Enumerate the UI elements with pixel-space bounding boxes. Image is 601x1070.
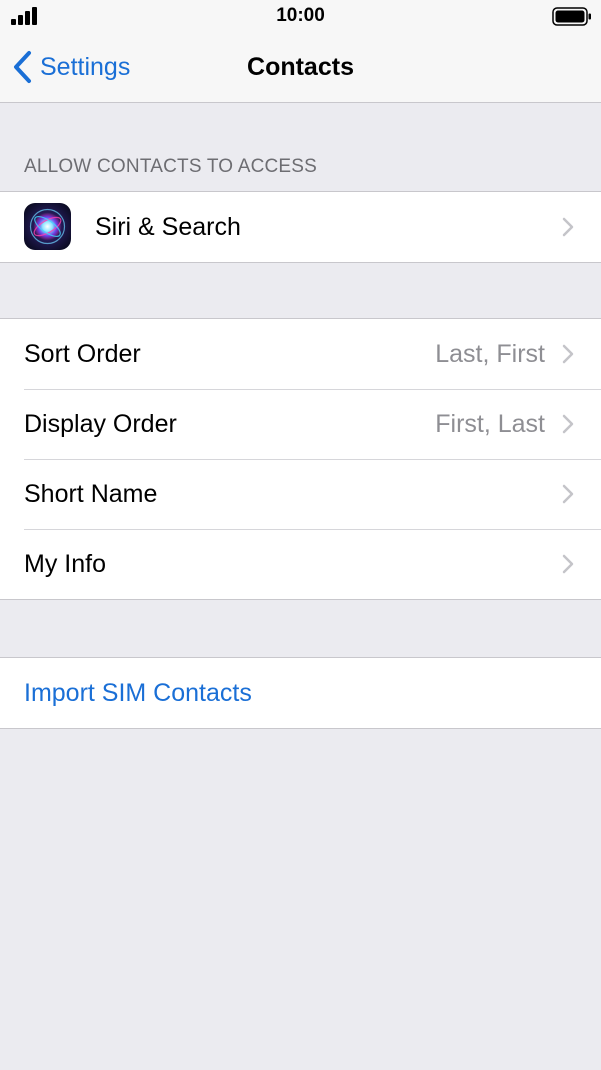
row-label: My Info: [24, 549, 106, 578]
chevron-right-icon: [562, 414, 574, 434]
status-bar: 10:00: [0, 0, 601, 34]
import-sim-contacts-label: Import SIM Contacts: [24, 678, 252, 707]
settings-group: Sort Order Last, First Display Order Fir…: [0, 318, 601, 600]
row-sort-order[interactable]: Sort Order Last, First: [0, 319, 601, 389]
row-value: First, Last: [435, 409, 545, 438]
row-label: Sort Order: [24, 339, 141, 368]
chevron-right-icon: [562, 344, 574, 364]
chevron-right-icon: [562, 217, 574, 237]
chevron-right-icon: [562, 554, 574, 574]
import-group: Import SIM Contacts: [0, 657, 601, 729]
row-display-order[interactable]: Display Order First, Last: [0, 389, 601, 459]
battery-icon: [552, 7, 591, 26]
chevron-right-icon: [562, 484, 574, 504]
row-value: Last, First: [435, 339, 545, 368]
row-my-info[interactable]: My Info: [0, 529, 601, 599]
section-header-allow-access: ALLOW CONTACTS TO ACCESS: [24, 156, 318, 177]
status-time: 10:00: [276, 5, 325, 26]
row-label: Display Order: [24, 409, 177, 438]
import-sim-contacts-button[interactable]: Import SIM Contacts: [0, 658, 601, 728]
row-label: Short Name: [24, 479, 158, 508]
siri-icon: [24, 203, 71, 250]
page-title: Contacts: [247, 53, 354, 81]
access-group: Siri & Search: [0, 191, 601, 263]
row-short-name[interactable]: Short Name: [0, 459, 601, 529]
row-label: Siri & Search: [95, 212, 241, 241]
navigation-bar: Settings Contacts: [0, 34, 601, 103]
row-siri-search[interactable]: Siri & Search: [0, 192, 601, 262]
